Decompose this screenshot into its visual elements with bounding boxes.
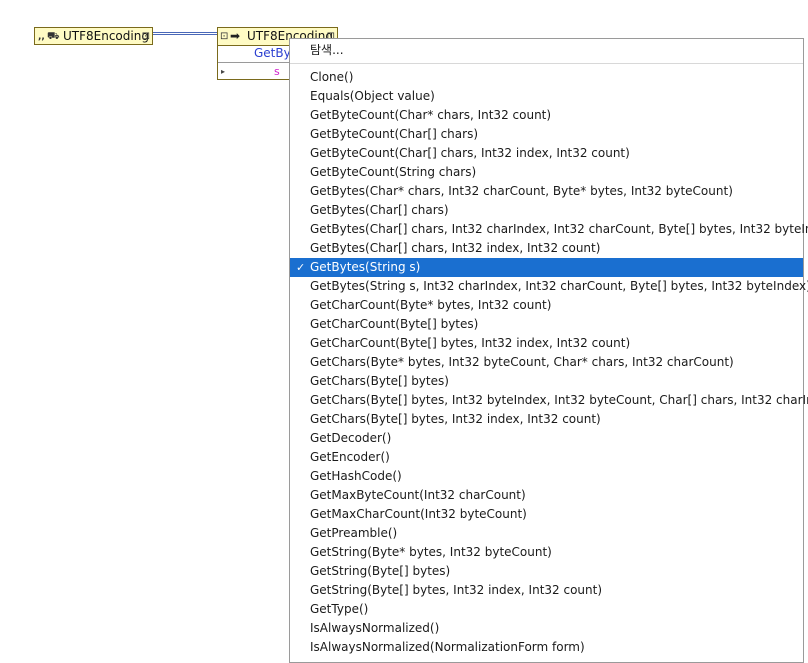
menu-item-label: GetString(Byte[] bytes, Int32 index, Int…: [310, 583, 603, 597]
menu-item-label: GetBytes(Char[] chars, Int32 charIndex, …: [310, 222, 808, 236]
menu-item[interactable]: Equals(Object value): [290, 87, 803, 106]
menu-item[interactable]: GetMaxByteCount(Int32 charCount): [290, 486, 803, 505]
menu-item-label: GetChars(Byte[] bytes): [310, 374, 449, 388]
menu-item[interactable]: Clone(): [290, 68, 803, 87]
menu-separator: [290, 63, 803, 64]
menu-item-label: GetCharCount(Byte[] bytes): [310, 317, 479, 331]
output-terminal-icon[interactable]: ⊡: [142, 29, 150, 45]
menu-item-label: GetBytes(String s): [310, 260, 421, 274]
menu-item[interactable]: GetChars(Byte[] bytes): [290, 372, 803, 391]
menu-item-label: GetByteCount(Char[] chars, Int32 index, …: [310, 146, 630, 160]
menu-item[interactable]: GetChars(Byte[] bytes, Int32 byteIndex, …: [290, 391, 808, 410]
menu-item-label: GetChars(Byte* bytes, Int32 byteCount, C…: [310, 355, 734, 369]
menu-item[interactable]: GetBytes(Char[] chars): [290, 201, 803, 220]
parameter-terminal-icon[interactable]: ▸: [221, 64, 225, 79]
checkmark-icon: ✓: [296, 261, 306, 274]
menu-item-label: IsAlwaysNormalized(): [310, 621, 440, 635]
menu-item-label: Equals(Object value): [310, 89, 435, 103]
menu-item[interactable]: GetBytes(Char[] chars, Int32 charIndex, …: [290, 220, 808, 239]
menu-item-label: GetHashCode(): [310, 469, 402, 483]
menu-item-label: GetBytes(Char* chars, Int32 charCount, B…: [310, 184, 733, 198]
method-context-menu: 탐색... Clone() Equals(Object value) GetByte…: [289, 38, 808, 663]
menu-item[interactable]: GetByteCount(Char[] chars): [290, 125, 803, 144]
class-ref-icon: ,,: [38, 32, 45, 42]
menu-item[interactable]: GetCharCount(Byte* bytes, Int32 count): [290, 296, 803, 315]
menu-item[interactable]: GetChars(Byte* bytes, Int32 byteCount, C…: [290, 353, 803, 372]
menu-item[interactable]: GetByteCount(String chars): [290, 163, 803, 182]
menu-item[interactable]: GetString(Byte[] bytes): [290, 562, 803, 581]
menu-item-label: GetMaxCharCount(Int32 byteCount): [310, 507, 527, 521]
menu-item[interactable]: GetByteCount(Char* chars, Int32 count): [290, 106, 803, 125]
menu-search-item[interactable]: 탐색...: [310, 41, 344, 59]
menu-item-label: GetPreamble(): [310, 526, 398, 540]
menu-item-label: Clone(): [310, 70, 354, 84]
menu-item-label: GetEncoder(): [310, 450, 390, 464]
menu-item-label: GetMaxByteCount(Int32 charCount): [310, 488, 526, 502]
menu-item-label: GetBytes(String s, Int32 charIndex, Int3…: [310, 279, 808, 293]
menu-item-label: IsAlwaysNormalized(NormalizationForm for…: [310, 640, 585, 654]
menu-item-label: GetType(): [310, 602, 369, 616]
menu-item-label: GetBytes(Char[] chars): [310, 203, 449, 217]
constructor-node-label: UTF8Encoding: [63, 29, 149, 43]
menu-item[interactable]: GetPreamble(): [290, 524, 803, 543]
menu-item[interactable]: GetHashCode(): [290, 467, 803, 486]
menu-item-label: GetChars(Byte[] bytes, Int32 byteIndex, …: [310, 393, 808, 407]
menu-item-label: GetDecoder(): [310, 431, 392, 445]
menu-item-label: GetByteCount(Char* chars, Int32 count): [310, 108, 552, 122]
menu-item-label: GetCharCount(Byte[] bytes, Int32 index, …: [310, 336, 631, 350]
menu-item-label: GetByteCount(Char[] chars): [310, 127, 478, 141]
menu-item[interactable]: GetCharCount(Byte[] bytes): [290, 315, 803, 334]
constructor-icon: ⛟: [47, 31, 60, 42]
reference-wire[interactable]: [153, 32, 219, 35]
menu-item[interactable]: GetChars(Byte[] bytes, Int32 index, Int3…: [290, 410, 803, 429]
parameter-name: s: [274, 65, 280, 78]
menu-item[interactable]: ✓ GetBytes(String s): [290, 258, 803, 277]
menu-item[interactable]: GetBytes(String s, Int32 charIndex, Int3…: [290, 277, 808, 296]
menu-item[interactable]: GetDecoder(): [290, 429, 803, 448]
menu-item-label: GetString(Byte[] bytes): [310, 564, 451, 578]
input-terminal-icon[interactable]: ⊡: [220, 29, 228, 45]
menu-item-label: GetChars(Byte[] bytes, Int32 index, Int3…: [310, 412, 601, 426]
menu-item-label: GetByteCount(String chars): [310, 165, 477, 179]
menu-item-label: GetBytes(Char[] chars, Int32 index, Int3…: [310, 241, 601, 255]
menu-item[interactable]: GetType(): [290, 600, 803, 619]
menu-item[interactable]: GetBytes(Char* chars, Int32 charCount, B…: [290, 182, 803, 201]
menu-item[interactable]: GetByteCount(Char[] chars, Int32 index, …: [290, 144, 803, 163]
menu-item[interactable]: IsAlwaysNormalized(): [290, 619, 803, 638]
menu-item[interactable]: GetString(Byte[] bytes, Int32 index, Int…: [290, 581, 803, 600]
invoke-arrow-icon: ➡: [230, 29, 241, 43]
menu-item[interactable]: GetEncoder(): [290, 448, 803, 467]
menu-item[interactable]: IsAlwaysNormalized(NormalizationForm for…: [290, 638, 803, 657]
menu-item[interactable]: GetString(Byte* bytes, Int32 byteCount): [290, 543, 803, 562]
menu-item[interactable]: GetCharCount(Byte[] bytes, Int32 index, …: [290, 334, 803, 353]
menu-item[interactable]: GetMaxCharCount(Int32 byteCount): [290, 505, 803, 524]
menu-item-label: GetCharCount(Byte* bytes, Int32 count): [310, 298, 552, 312]
menu-items: Clone() Equals(Object value) GetByteCount(…: [290, 68, 808, 657]
constructor-node[interactable]: ,, ⛟ UTF8Encoding ⊡: [34, 27, 153, 45]
menu-item[interactable]: GetBytes(Char[] chars, Int32 index, Int3…: [290, 239, 803, 258]
menu-item-label: GetString(Byte* bytes, Int32 byteCount): [310, 545, 552, 559]
